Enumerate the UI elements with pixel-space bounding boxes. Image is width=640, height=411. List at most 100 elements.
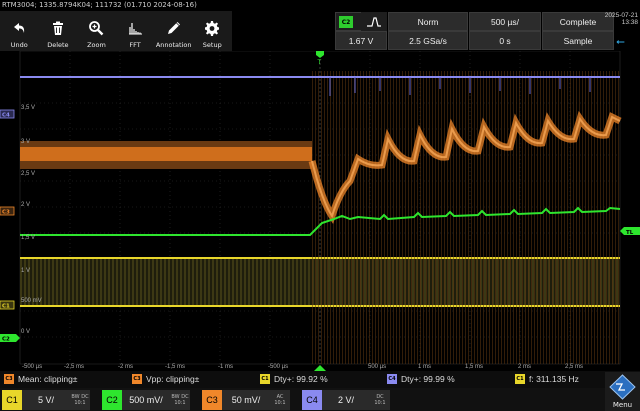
trigger-mode[interactable]: Norm [388,12,468,31]
y-label-0: 3,5 V [21,105,35,111]
zoom-icon [89,21,104,36]
y-label-6: 500 mV [21,298,42,304]
acquisition-mode[interactable]: Sample [542,31,614,50]
c1-marker-label: C1 [2,304,10,310]
trigger-level-marker[interactable]: TL [620,227,640,236]
measurement-2-badge: C1 [260,374,270,384]
x-label-8: 1,5 ms [465,364,483,370]
trash-icon [52,21,63,35]
rising-edge-icon [367,16,381,27]
menu-label: Menu [612,401,633,409]
c1-settings: BW DC 10:1 [70,390,90,410]
usb-icon: ⭠ [616,35,625,48]
c1-scale: 5 V/ [22,390,70,410]
x-label-4: -1 ms [218,364,233,370]
c2-scale: 500 mV/ [122,390,170,410]
measurement-4-text: f: 311.135 Hz [529,374,579,384]
c2-label: C2 [102,390,122,410]
c2-settings: BW DC 10:1 [170,390,190,410]
channel-c2[interactable]: C2 500 mV/ BW DC 10:1 [102,390,190,410]
delete-button[interactable]: Delete [39,11,78,51]
acquisition-state[interactable]: Complete [542,12,614,31]
c3-probe: 10:1 [274,400,286,406]
delete-label: Delete [47,41,69,49]
y-label-1: 3 V [21,139,30,145]
c1-offset-marker[interactable]: C1 [0,300,15,310]
c3-offset-marker[interactable]: C3 [0,206,15,216]
measurement-0-badge: C3 [4,374,14,384]
window-title: RTM3004; 1335.8794K04; 111732 (01.710 20… [0,0,640,11]
sample-rate[interactable]: 2.5 GSa/s [388,31,468,50]
setup-label: Setup [202,41,222,49]
undo-label: Undo [10,41,28,49]
c3-label: C3 [202,390,222,410]
c2-offset-marker[interactable]: C2 [0,334,20,343]
trigger-position-marker[interactable]: T [316,51,324,66]
menu-button[interactable]: Menu [605,372,640,411]
trigger-source-badge: C2 [339,16,353,28]
y-label-3: 2 V [21,202,30,208]
measurement-2[interactable]: C1 Dty+: 99.92 % [260,374,328,384]
x-label-10: 2,5 ms [565,364,583,370]
trigger-level[interactable]: 1.67 V [335,31,387,50]
y-label-2: 2,5 V [21,171,35,177]
measurement-4-badge: C1 [515,374,525,384]
clock-date: 2025-07-21 [604,12,638,19]
zoom-button[interactable]: Zoom [77,11,116,51]
channel-c3[interactable]: C3 50 mV/ AC 10:1 [202,390,290,410]
c2-probe: 10:1 [174,400,186,406]
x-label-6: 500 µs [368,364,386,370]
c4-marker-label: C4 [2,113,10,119]
c4-probe: 10:1 [374,400,386,406]
annotation-label: Annotation [155,41,192,49]
measurement-3[interactable]: C4 Dty+: 99.99 % [387,374,455,384]
c1-label: C1 [2,390,22,410]
x-label-3: -1,5 ms [165,364,185,370]
undo-button[interactable]: Undo [0,11,39,51]
trigger-slope-button[interactable] [361,12,387,31]
c3-scale: 50 mV/ [222,390,270,410]
trigger-marker-label: T [317,59,322,66]
y-label-5: 1 V [21,268,30,274]
timebase-scale[interactable]: 500 µs/ [469,12,541,31]
x-label-9: 2 ms [518,364,531,370]
c4-scale: 2 V/ [322,390,370,410]
zoom-label: Zoom [87,41,106,49]
fft-label: FFT [129,41,141,49]
gear-icon [205,21,220,36]
c4-settings: DC 10:1 [370,390,390,410]
fft-icon [129,23,143,35]
measurement-4[interactable]: C1 f: 311.135 Hz [515,374,579,384]
measurement-3-text: Dty+: 99.99 % [401,374,455,384]
c1-probe: 10:1 [74,400,86,406]
measurement-1[interactable]: C3 Vpp: clipping± [132,374,199,384]
c3-waveform [20,71,622,364]
clock: 2025-07-21 13:38 [605,12,638,26]
c3-marker-label: C3 [2,210,10,216]
trigger-level-label: TL [626,230,634,236]
x-label-2: -2 ms [118,364,133,370]
channel-bar: C1 5 V/ BW DC 10:1 C2 500 mV/ BW DC 10:1… [0,388,640,411]
waveform-display[interactable]: 3,5 V 3 V 2,5 V 2 V 1,5 V 1 V 500 mV 0 V… [0,51,640,371]
measurement-2-text: Dty+: 99.92 % [274,374,328,384]
channel-c1[interactable]: C1 5 V/ BW DC 10:1 [2,390,90,410]
annotation-button[interactable]: Annotation [154,11,193,51]
x-label-7: 1 ms [418,364,431,370]
x-label-1: -2,5 ms [64,364,84,370]
c4-offset-marker[interactable]: C4 [0,109,15,119]
c4-label: C4 [302,390,322,410]
horizontal-position[interactable]: 0 s [469,31,541,50]
x-label-5: -500 µs [268,364,288,370]
measurement-bar: C3 Mean: clipping± C3 Vpp: clipping± C1 … [0,371,640,388]
setup-button[interactable]: Setup [193,11,232,51]
measurement-1-text: Vpp: clipping± [146,374,200,384]
y-label-7: 0 V [21,329,30,335]
clock-time: 13:38 [621,19,638,26]
measurement-0[interactable]: C3 Mean: clipping± [4,374,77,384]
c2-marker-label: C2 [2,337,10,343]
channel-c4[interactable]: C4 2 V/ DC 10:1 [302,390,390,410]
fft-button[interactable]: FFT [116,11,155,51]
c3-settings: AC 10:1 [270,390,290,410]
rohde-schwarz-logo-icon [609,374,636,400]
trigger-panel: C2 Norm 500 µs/ Complete 1.67 V 2.5 GSa/… [335,11,615,51]
